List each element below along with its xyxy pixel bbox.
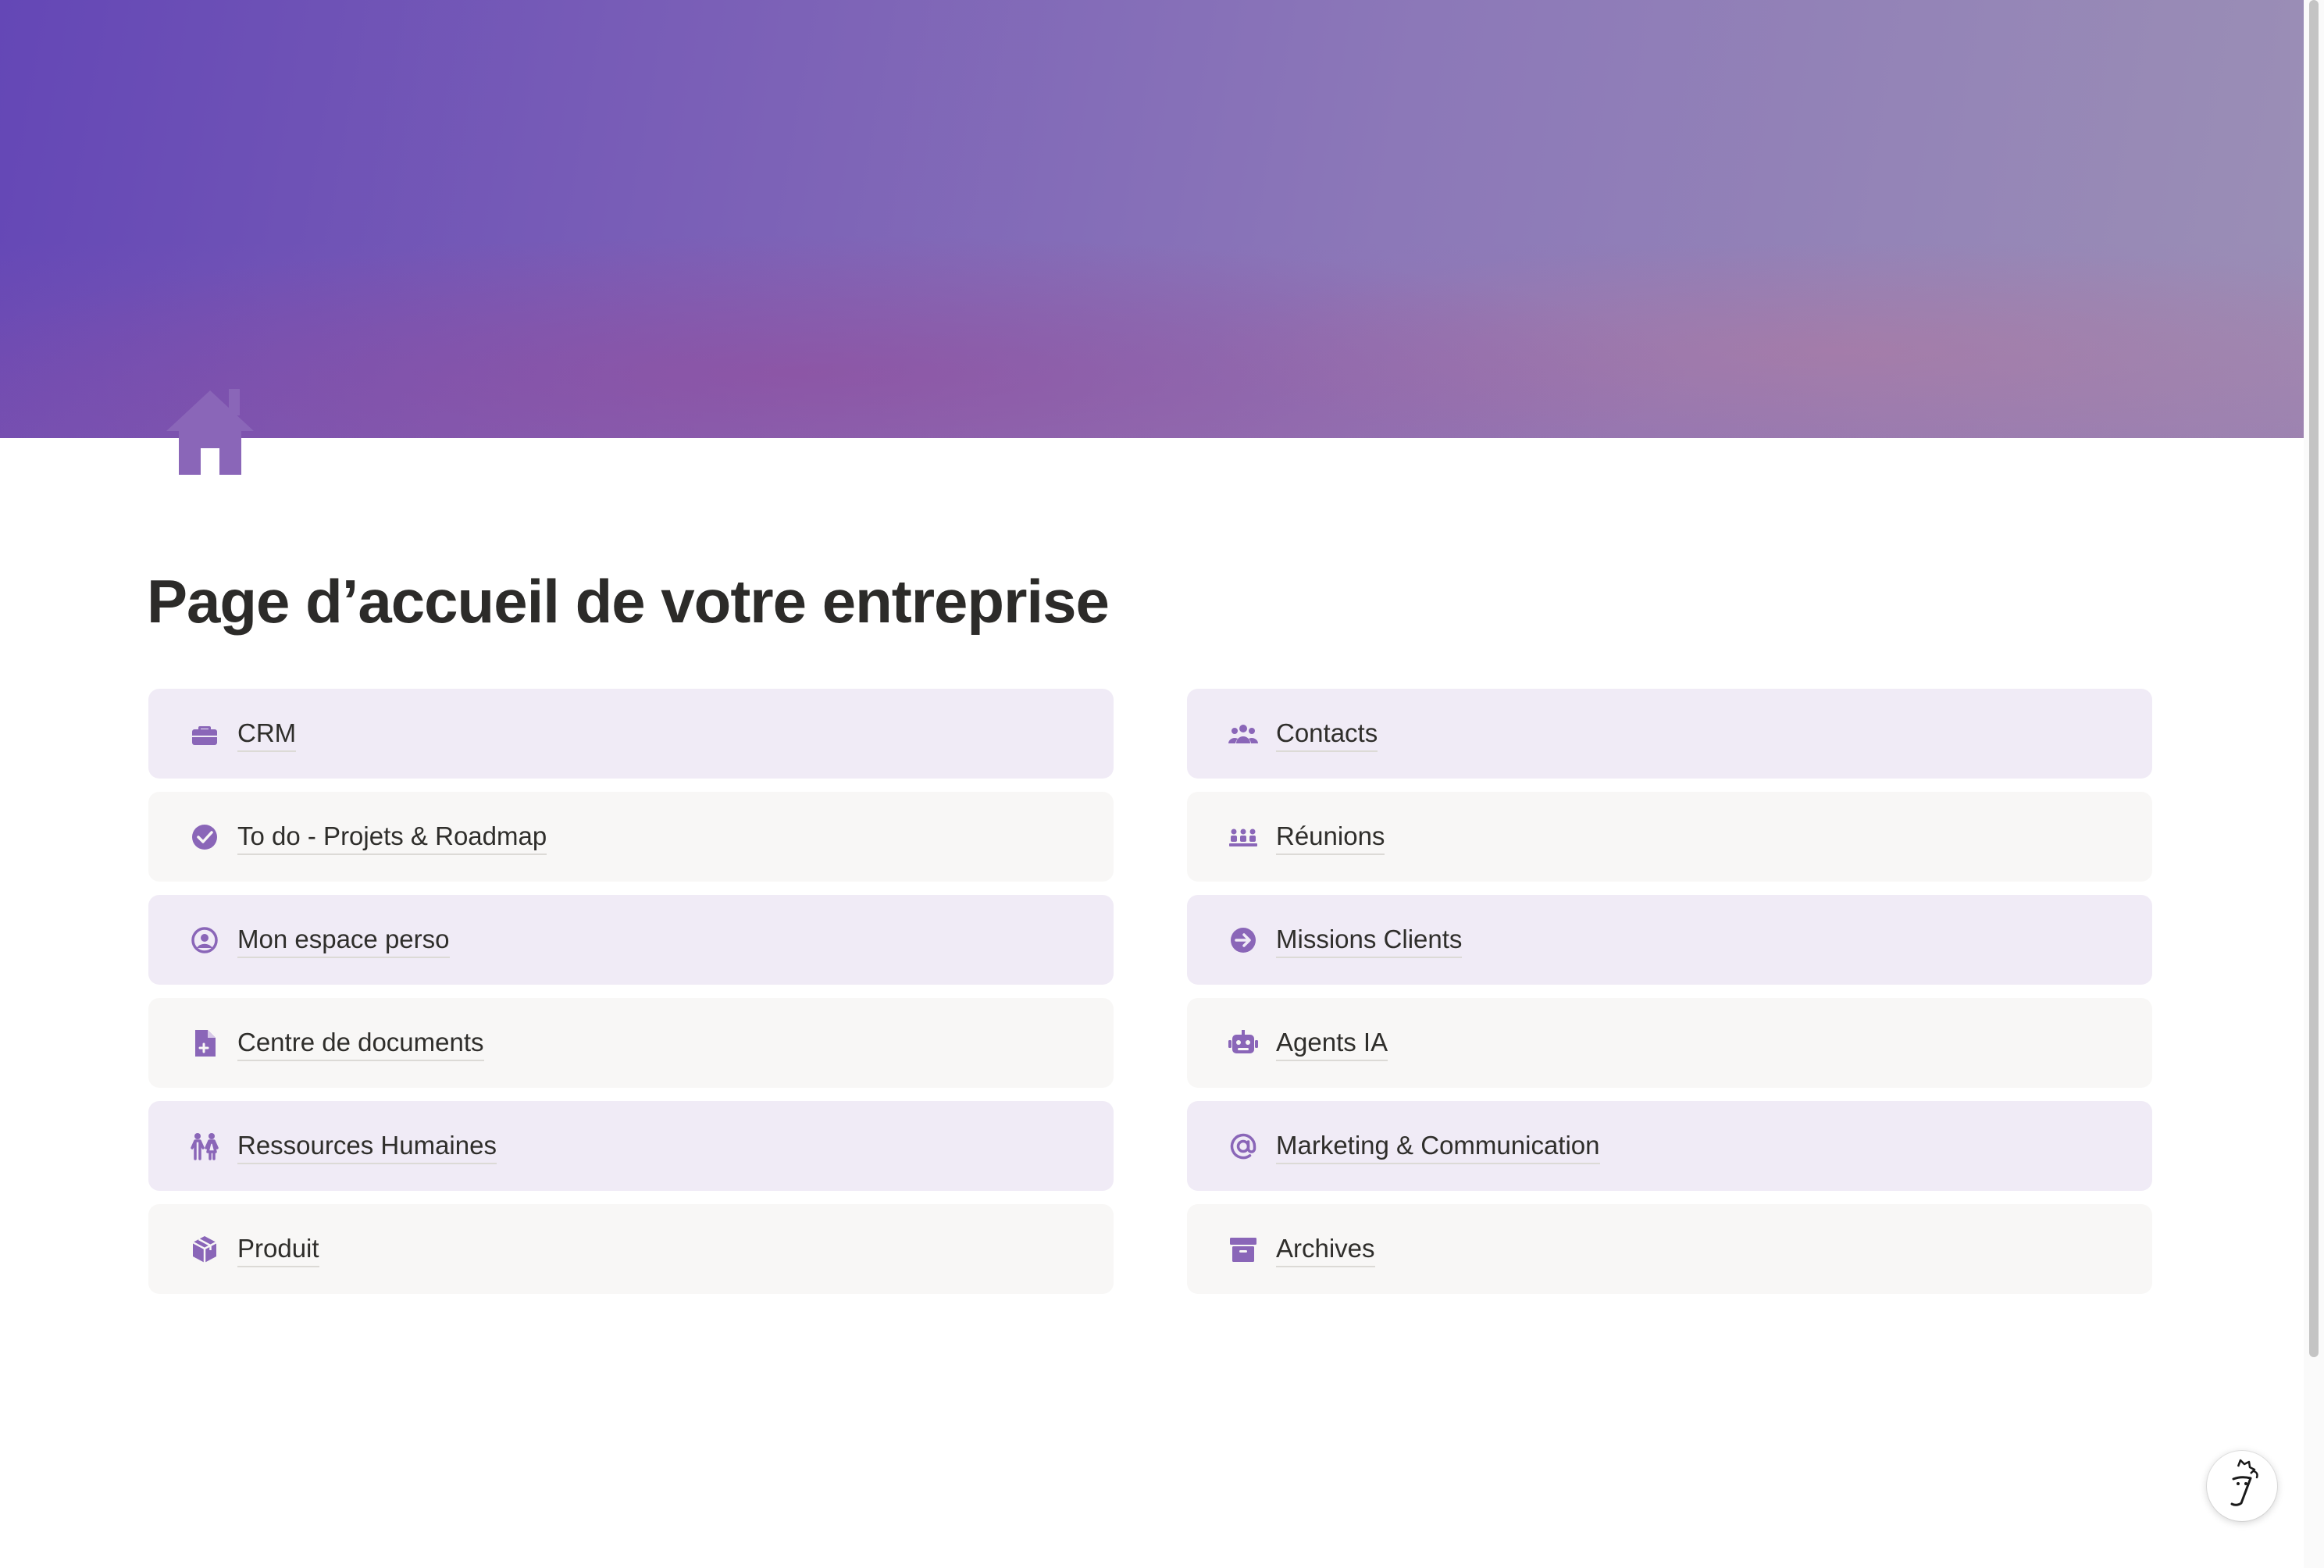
ai-assistant-face-icon — [2230, 1459, 2258, 1506]
link-card-agents-ia[interactable]: Agents IA — [1187, 998, 2152, 1088]
link-card-archives[interactable]: Archives — [1187, 1204, 2152, 1294]
link-card-produit[interactable]: Produit — [148, 1204, 1114, 1294]
link-label: Marketing & Communication — [1276, 1128, 1600, 1164]
link-label: Missions Clients — [1276, 922, 1463, 958]
cube-icon — [189, 1234, 220, 1265]
cover-haze — [0, 0, 2304, 438]
check-circle-icon — [189, 821, 220, 853]
link-label: Ressources Humaines — [237, 1128, 497, 1164]
person-pair-icon — [189, 1131, 220, 1162]
at-sign-icon — [1228, 1131, 1259, 1162]
link-label: Produit — [237, 1231, 319, 1267]
link-card-documents[interactable]: Centre de documents — [148, 998, 1114, 1088]
page-title[interactable]: Page d’accueil de votre entreprise — [147, 558, 1110, 644]
link-card-ressources-humaines[interactable]: Ressources Humaines — [148, 1101, 1114, 1191]
link-card-crm[interactable]: CRM — [148, 689, 1114, 779]
link-label: Contacts — [1276, 716, 1378, 752]
link-card-missions-clients[interactable]: Missions Clients — [1187, 895, 2152, 985]
ai-assistant-button[interactable] — [2207, 1451, 2277, 1521]
link-card-espace-perso[interactable]: Mon espace perso — [148, 895, 1114, 985]
document-add-icon — [189, 1028, 220, 1059]
meeting-people-icon — [1228, 821, 1259, 853]
link-label: Archives — [1276, 1231, 1375, 1267]
link-label: To do - Projets & Roadmap — [237, 819, 547, 855]
link-card-marketing[interactable]: Marketing & Communication — [1187, 1101, 2152, 1191]
page-cover[interactable] — [0, 0, 2304, 438]
robot-icon — [1228, 1028, 1259, 1059]
people-group-icon — [1228, 718, 1259, 750]
link-card-contacts[interactable]: Contacts — [1187, 689, 2152, 779]
link-label: Réunions — [1276, 819, 1385, 855]
house-icon[interactable] — [160, 383, 260, 483]
link-card-todo[interactable]: To do - Projets & Roadmap — [148, 792, 1114, 882]
arrow-circle-right-icon — [1228, 925, 1259, 956]
user-circle-icon — [189, 925, 220, 956]
link-label: CRM — [237, 716, 297, 752]
links-grid: CRM Contacts To do - Projets & Roadmap R… — [148, 689, 2152, 1294]
link-label: Mon espace perso — [237, 922, 450, 958]
notion-page: Page d’accueil de votre entreprise CRM C… — [0, 0, 2324, 1568]
briefcase-icon — [189, 718, 220, 750]
link-label: Agents IA — [1276, 1025, 1388, 1061]
link-label: Centre de documents — [237, 1025, 484, 1061]
scrollbar-thumb[interactable] — [2309, 0, 2319, 1357]
archive-box-icon — [1228, 1234, 1259, 1265]
link-card-reunions[interactable]: Réunions — [1187, 792, 2152, 882]
